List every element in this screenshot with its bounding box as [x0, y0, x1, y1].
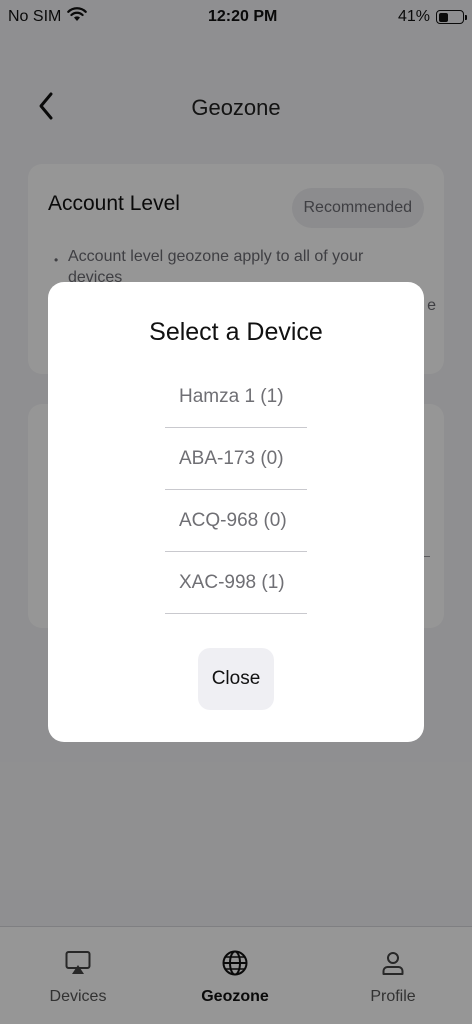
close-button[interactable]: Close: [198, 648, 274, 710]
device-option[interactable]: Hamza 1 (1): [165, 366, 307, 428]
device-option[interactable]: ACQ-968 (0): [165, 490, 307, 552]
device-option[interactable]: ABA-173 (0): [165, 428, 307, 490]
device-option[interactable]: XAC-998 (1): [165, 552, 307, 614]
device-list: Hamza 1 (1) ABA-173 (0) ACQ-968 (0) XAC-…: [165, 366, 307, 614]
modal-title: Select a Device: [149, 318, 323, 346]
select-device-modal: Select a Device Hamza 1 (1) ABA-173 (0) …: [48, 282, 424, 742]
